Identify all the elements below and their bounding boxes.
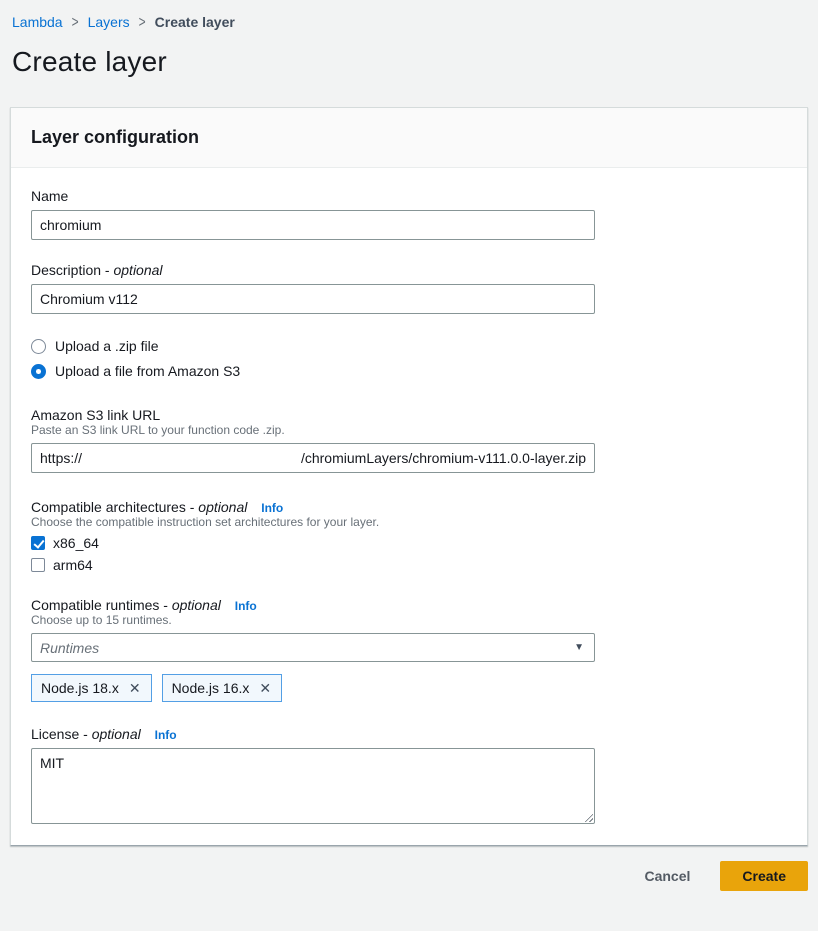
dismiss-token-icon[interactable]: ✕ — [129, 681, 141, 695]
dismiss-token-icon[interactable]: ✕ — [259, 681, 271, 695]
license-info-link[interactable]: Info — [155, 728, 177, 742]
s3-url-path: /chromiumLayers/chromium-v111.0.0-layer.… — [301, 450, 586, 466]
architectures-optional-text: optional — [198, 499, 247, 515]
runtimes-label-text: Compatible runtimes - — [31, 597, 168, 613]
upload-option-group: Upload a .zip file Upload a file from Am… — [31, 338, 787, 379]
architectures-label: Compatible architectures - optional Info — [31, 499, 787, 515]
runtimes-select-placeholder: Runtimes — [40, 640, 99, 656]
description-label: Description - optional — [31, 262, 787, 278]
upload-s3-radio[interactable] — [31, 364, 46, 379]
name-input[interactable] — [31, 210, 595, 240]
breadcrumb: Lambda > Layers > Create layer — [0, 0, 818, 30]
runtimes-label: Compatible runtimes - optional Info — [31, 597, 787, 613]
runtimes-select[interactable]: Runtimes ▼ — [31, 633, 595, 662]
runtime-token-nodejs16: Node.js 16.x ✕ — [162, 674, 283, 702]
architecture-arm64-option[interactable]: arm64 — [31, 557, 787, 573]
license-textarea[interactable] — [31, 748, 595, 824]
cancel-button[interactable]: Cancel — [640, 862, 694, 890]
license-box — [31, 748, 595, 827]
page-title: Create layer — [12, 46, 818, 78]
description-field-group: Description - optional — [31, 262, 787, 314]
architectures-helper: Choose the compatible instruction set ar… — [31, 515, 787, 529]
architectures-field-group: Compatible architectures - optional Info… — [31, 499, 787, 573]
breadcrumb-separator-icon: > — [72, 13, 79, 31]
runtime-token-label: Node.js 16.x — [172, 680, 250, 696]
breadcrumb-link-lambda[interactable]: Lambda — [12, 14, 63, 30]
x86-64-checkbox[interactable] — [31, 536, 45, 550]
description-optional-text: optional — [113, 262, 162, 278]
upload-zip-option[interactable]: Upload a .zip file — [31, 338, 787, 354]
s3-url-input[interactable]: https:// /chromiumLayers/chromium-v111.0… — [31, 443, 595, 473]
arm64-label: arm64 — [53, 557, 93, 573]
upload-zip-label: Upload a .zip file — [55, 338, 159, 354]
runtimes-info-link[interactable]: Info — [235, 599, 257, 613]
layer-configuration-panel: Layer configuration Name Description - o… — [10, 107, 808, 846]
architecture-x86-option[interactable]: x86_64 — [31, 535, 787, 551]
name-label: Name — [31, 188, 787, 204]
upload-s3-label: Upload a file from Amazon S3 — [55, 363, 240, 379]
s3-url-prefix: https:// — [40, 450, 82, 466]
panel-header: Layer configuration — [11, 108, 807, 168]
description-input[interactable] — [31, 284, 595, 314]
description-label-text: Description - — [31, 262, 110, 278]
runtime-token-label: Node.js 18.x — [41, 680, 119, 696]
breadcrumb-separator-icon: > — [139, 13, 146, 31]
runtime-token-list: Node.js 18.x ✕ Node.js 16.x ✕ — [31, 674, 787, 702]
name-field-group: Name — [31, 188, 787, 240]
breadcrumb-link-layers[interactable]: Layers — [88, 14, 130, 30]
runtime-token-nodejs18: Node.js 18.x ✕ — [31, 674, 152, 702]
s3-url-helper: Paste an S3 link URL to your function co… — [31, 423, 787, 437]
runtimes-optional-text: optional — [172, 597, 221, 613]
s3-url-field-group: Amazon S3 link URL Paste an S3 link URL … — [31, 407, 787, 473]
panel-title: Layer configuration — [31, 127, 787, 148]
license-label-text: License - — [31, 726, 88, 742]
runtimes-field-group: Compatible runtimes - optional Info Choo… — [31, 597, 787, 702]
x86-64-label: x86_64 — [53, 535, 99, 551]
chevron-down-icon: ▼ — [574, 642, 584, 653]
license-optional-text: optional — [92, 726, 141, 742]
form-actions: Cancel Create — [0, 846, 818, 891]
architectures-label-text: Compatible architectures - — [31, 499, 194, 515]
s3-url-label: Amazon S3 link URL — [31, 407, 787, 423]
license-field-group: License - optional Info — [31, 726, 787, 827]
create-button[interactable]: Create — [720, 861, 808, 891]
runtimes-helper: Choose up to 15 runtimes. — [31, 613, 787, 627]
upload-s3-option[interactable]: Upload a file from Amazon S3 — [31, 363, 787, 379]
license-label: License - optional Info — [31, 726, 787, 742]
architectures-info-link[interactable]: Info — [261, 501, 283, 515]
upload-zip-radio[interactable] — [31, 339, 46, 354]
breadcrumb-current-page: Create layer — [155, 14, 235, 30]
panel-body: Name Description - optional Upload a .zi… — [11, 168, 807, 845]
arm64-checkbox[interactable] — [31, 558, 45, 572]
